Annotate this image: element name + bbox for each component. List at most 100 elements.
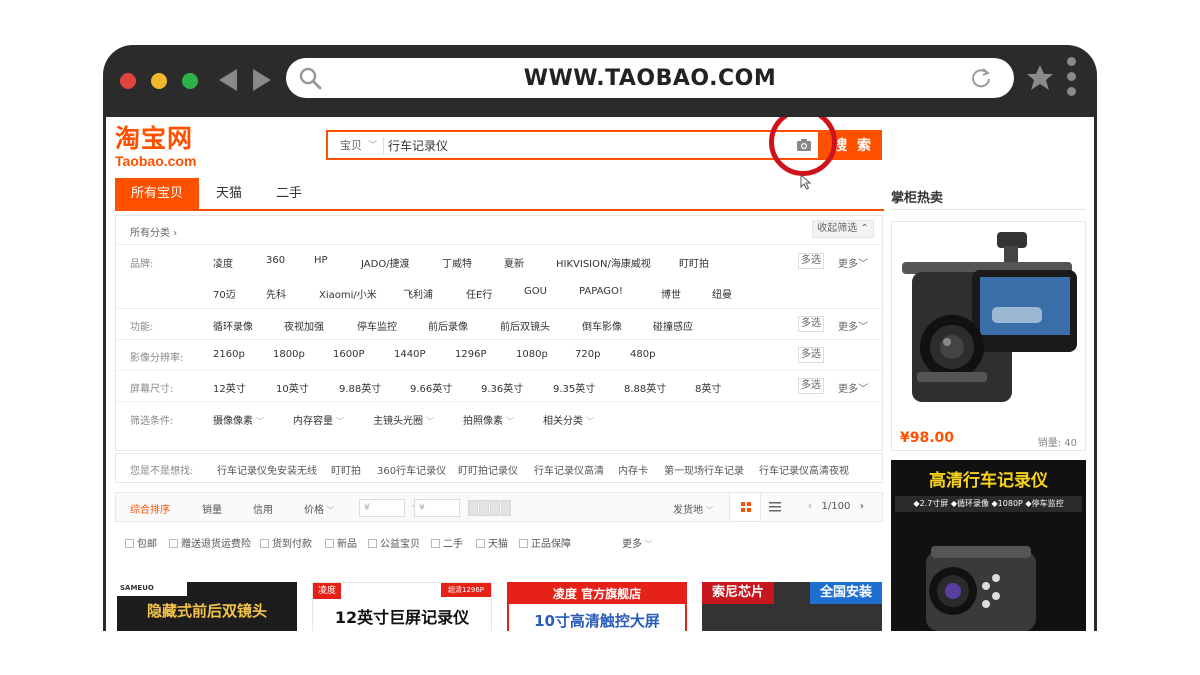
condition-dropdown[interactable]: 摄像像素 ﹀ [213, 412, 264, 427]
filter-option[interactable]: 博世 [661, 286, 681, 301]
filter-option[interactable]: 1296P [455, 349, 486, 360]
checkbox-free-shipping[interactable]: 包邮 [125, 535, 157, 550]
more-button[interactable]: 更多﹀ [838, 318, 868, 333]
price-range-blocks[interactable] [468, 500, 518, 516]
address-bar[interactable]: WWW.TAOBAO.COM [286, 58, 1014, 98]
filter-option[interactable]: 1800p [273, 349, 305, 360]
grid-view-toggle[interactable] [729, 493, 761, 521]
checkbox-second-hand[interactable]: 二手 [431, 535, 463, 550]
filter-option[interactable]: PAPAGO! [579, 286, 623, 297]
filter-option[interactable]: 丁威特 [442, 255, 472, 270]
filter-option[interactable]: 盯盯拍 [679, 255, 709, 270]
ship-from-dropdown[interactable]: 发货地 ﹀ [673, 501, 714, 516]
checkbox-tmall[interactable]: 天猫 [476, 535, 508, 550]
back-button[interactable] [219, 69, 237, 91]
related-search-link[interactable]: 第一现场行车记录 [664, 462, 744, 477]
filter-option[interactable]: HP [314, 255, 328, 266]
related-search-link[interactable]: 盯盯拍 [331, 462, 361, 477]
product-card[interactable]: 索尼芯片 全国安装 [702, 582, 882, 631]
price-min-input[interactable]: ¥ [359, 499, 405, 517]
multi-select-button[interactable]: 多选 [798, 347, 824, 363]
checkbox-charity[interactable]: 公益宝贝 [368, 535, 420, 550]
filter-option[interactable]: JADO/捷渡 [361, 255, 410, 270]
related-search-link[interactable]: 内存卡 [618, 462, 648, 477]
filter-option[interactable]: 9.36英寸 [481, 380, 523, 395]
filter-option[interactable]: 前后录像 [428, 318, 468, 333]
minimize-window-button[interactable] [151, 73, 167, 89]
list-view-icon[interactable] [768, 501, 782, 513]
filter-option[interactable]: 360 [266, 255, 285, 266]
sort-credit[interactable]: 信用 [253, 501, 273, 516]
filter-option[interactable]: 先科 [266, 286, 286, 301]
related-search-link[interactable]: 盯盯拍记录仪 [458, 462, 518, 477]
hot-product-card[interactable]: 高清行车记录仪 ◆2.7寸屏 ◆循环录像 ◆1080P ◆停车监控 [891, 460, 1086, 631]
reload-icon[interactable] [970, 67, 992, 89]
filter-option[interactable]: 飞利浦 [403, 286, 433, 301]
search-input[interactable] [388, 135, 768, 155]
filter-option[interactable]: 夜视加强 [284, 318, 324, 333]
filter-option[interactable]: GOU [524, 286, 547, 297]
maximize-window-button[interactable] [182, 73, 198, 89]
multi-select-button[interactable]: 多选 [798, 378, 824, 394]
filter-option[interactable]: 10英寸 [276, 380, 309, 395]
product-card[interactable]: 凌度 官方旗舰店 10寸高清触控大屏 [507, 582, 687, 631]
condition-dropdown[interactable]: 内存容量 ﹀ [293, 412, 344, 427]
more-button[interactable]: 更多﹀ [838, 255, 868, 270]
filter-option[interactable]: 9.35英寸 [553, 380, 595, 395]
sort-sales[interactable]: 销量 [202, 501, 222, 516]
filter-option[interactable]: 8英寸 [695, 380, 721, 395]
related-search-link[interactable]: 行车记录仪免安装无线 [217, 462, 317, 477]
filter-option[interactable]: Xiaomi/小米 [319, 286, 377, 301]
bookmark-star-icon[interactable] [1025, 63, 1055, 93]
filter-option[interactable]: 前后双镜头 [500, 318, 550, 333]
more-services-button[interactable]: 更多 ﹀ [622, 535, 653, 550]
sort-price[interactable]: 价格 ﹀ [304, 501, 335, 516]
tab-all-items[interactable]: 所有宝贝 [115, 178, 199, 209]
filter-option[interactable]: 1080p [516, 349, 548, 360]
sort-default[interactable]: 综合排序 [130, 501, 170, 516]
prev-page-icon[interactable]: ‹ [808, 501, 812, 512]
taobao-logo[interactable]: 淘宝网 Taobao.com [115, 125, 215, 170]
product-card[interactable]: 凌度 超清1296P 12英寸巨屏记录仪 [312, 582, 492, 631]
filter-option[interactable]: 停车监控 [357, 318, 397, 333]
filter-option[interactable]: 碰撞感应 [653, 318, 693, 333]
browser-menu-icon[interactable] [1067, 57, 1077, 103]
filter-option[interactable]: 720p [575, 349, 600, 360]
hot-product-card[interactable]: ¥98.00 销量: 40 [891, 221, 1086, 451]
filter-option[interactable]: HIKVISION/海康威视 [556, 255, 651, 270]
forward-button[interactable] [253, 69, 271, 91]
tab-second-hand[interactable]: 二手 [259, 178, 319, 209]
filter-option[interactable]: 纽曼 [712, 286, 732, 301]
filter-option[interactable]: 480p [630, 349, 655, 360]
related-search-link[interactable]: 行车记录仪高清夜视 [759, 462, 849, 477]
checkbox-cod[interactable]: 货到付款 [260, 535, 312, 550]
filter-option[interactable]: 8.88英寸 [624, 380, 666, 395]
filter-option[interactable]: 1440P [394, 349, 425, 360]
filter-option[interactable]: 12英寸 [213, 380, 246, 395]
filter-option[interactable]: 夏新 [504, 255, 524, 270]
search-category-select[interactable]: 宝贝 ﹀ [332, 137, 384, 155]
breadcrumb[interactable]: 所有分类 › [130, 224, 177, 239]
multi-select-button[interactable]: 多选 [798, 253, 824, 269]
filter-option[interactable]: 倒车影像 [582, 318, 622, 333]
filter-option[interactable]: 1600P [333, 349, 364, 360]
filter-option[interactable]: 70迈 [213, 286, 236, 301]
close-window-button[interactable] [120, 73, 136, 89]
filter-option[interactable]: 循环录像 [213, 318, 253, 333]
filter-option[interactable]: 任E行 [466, 286, 492, 301]
collapse-filter-button[interactable]: 收起筛选 ⌃ [812, 220, 874, 238]
checkbox-genuine[interactable]: 正品保障 [519, 535, 571, 550]
related-search-link[interactable]: 360行车记录仪 [377, 462, 446, 477]
filter-option[interactable]: 凌度 [213, 255, 233, 270]
price-max-input[interactable]: ¥ [414, 499, 460, 517]
tab-tmall[interactable]: 天猫 [199, 178, 259, 209]
next-page-icon[interactable]: › [860, 501, 864, 512]
related-search-link[interactable]: 行车记录仪高清 [534, 462, 604, 477]
filter-option[interactable]: 9.66英寸 [410, 380, 452, 395]
filter-option[interactable]: 2160p [213, 349, 245, 360]
product-card[interactable]: SAMEUO 隐藏式前后双镜头 [117, 582, 297, 631]
multi-select-button[interactable]: 多选 [798, 316, 824, 332]
more-button[interactable]: 更多﹀ [838, 380, 868, 395]
condition-dropdown[interactable]: 拍照像素 ﹀ [463, 412, 514, 427]
filter-option[interactable]: 9.88英寸 [339, 380, 381, 395]
